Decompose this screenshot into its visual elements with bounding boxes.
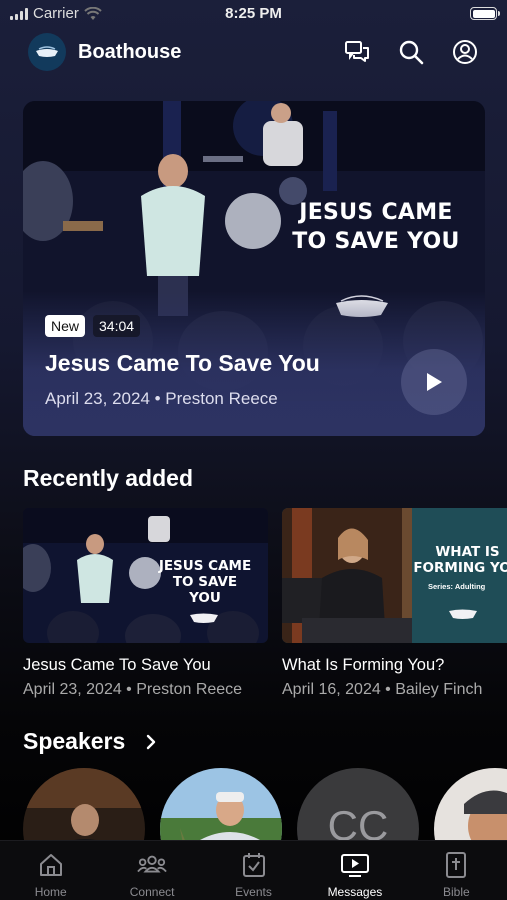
chevron-right-icon[interactable] (145, 734, 157, 750)
tab-events-label: Events (235, 885, 272, 899)
thumb-overlay-text: JESUS CAME TO SAVE YOU (158, 558, 252, 606)
recent-card-title: Jesus Came To Save You (23, 656, 211, 674)
speaker-initials: CC (297, 768, 419, 840)
profile-icon[interactable] (451, 38, 479, 66)
status-time: 8:25 PM (225, 5, 282, 22)
status-bar: Carrier 8:25 PM (0, 0, 507, 28)
people-icon (137, 850, 167, 880)
search-icon[interactable] (397, 38, 425, 66)
app-title: Boathouse (78, 40, 182, 63)
new-badge: New (45, 315, 86, 337)
tab-bible-label: Bible (442, 885, 470, 899)
tab-bar: Home Connect Events Messages Bible (0, 840, 507, 900)
battery-icon (470, 7, 500, 20)
recent-card[interactable]: WHAT IS FORMING YOU Series: Adulting Wha… (282, 508, 507, 698)
chat-icon[interactable] (343, 38, 371, 66)
speakers-title: Speakers (23, 728, 126, 754)
duration-badge: 34:04 (93, 315, 141, 337)
tab-messages[interactable]: Messages (304, 841, 405, 900)
tab-bible[interactable]: Bible (406, 841, 507, 900)
recent-card[interactable]: JESUS CAME TO SAVE YOU Jesus Came To Sav… (23, 508, 268, 698)
hero-meta: April 23, 2024 • Preston Reece (45, 389, 278, 408)
tab-home[interactable]: Home (0, 841, 101, 900)
tab-messages-label: Messages (327, 885, 383, 899)
hero-overlay-text: JESUS CAME TO SAVE YOU (292, 200, 460, 254)
bible-icon (441, 850, 471, 880)
calendar-icon (239, 850, 269, 880)
tab-connect-label: Connect (129, 885, 175, 899)
tab-events[interactable]: Events (203, 841, 304, 900)
thumb-overlay-text: WHAT IS FORMING YOU (413, 544, 507, 576)
speaker-avatar[interactable] (434, 768, 507, 840)
app-header: Boathouse (28, 32, 479, 72)
boat-logo-icon (36, 46, 58, 57)
speaker-avatar[interactable] (23, 768, 145, 840)
home-icon (36, 850, 66, 880)
recent-card-meta: April 16, 2024 • Bailey Finch (282, 681, 483, 698)
recent-thumbnail: WHAT IS FORMING YOU Series: Adulting (282, 508, 507, 643)
featured-message-card[interactable]: JESUS CAME TO SAVE YOU New 34:04 Jesus C… (23, 101, 485, 436)
speakers-list[interactable]: CC (23, 768, 507, 840)
tab-home-label: Home (34, 885, 67, 899)
recent-card-meta: April 23, 2024 • Preston Reece (23, 681, 243, 698)
recently-added-list[interactable]: JESUS CAME TO SAVE YOU Jesus Came To Sav… (23, 508, 507, 698)
recent-card-title: What Is Forming You? (282, 656, 445, 674)
speakers-section-header[interactable]: Speakers (23, 728, 157, 755)
tab-connect[interactable]: Connect (101, 841, 202, 900)
recently-added-title: Recently added (23, 465, 193, 491)
play-icon (427, 373, 442, 391)
boathouse-logo[interactable] (28, 33, 66, 71)
speaker-avatar[interactable] (160, 768, 282, 840)
video-icon (340, 850, 370, 880)
hero-title: Jesus Came To Save You (45, 350, 320, 376)
recent-thumbnail: JESUS CAME TO SAVE YOU (23, 508, 268, 643)
speaker-avatar[interactable]: CC (297, 768, 419, 840)
play-button[interactable] (401, 349, 467, 415)
thumb-series-label: Series: Adulting (428, 582, 486, 591)
